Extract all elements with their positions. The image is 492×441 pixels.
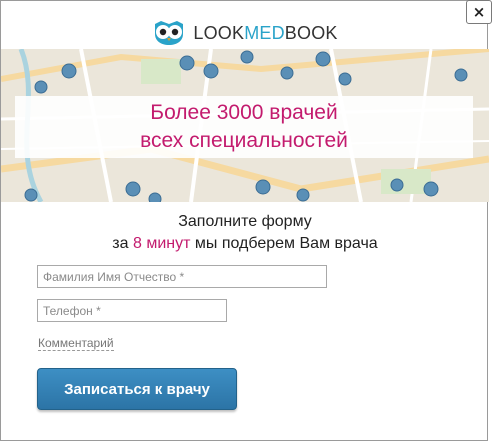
banner-line-2: всех специальностей	[140, 129, 348, 152]
logo-text: LOOKMEDBOOK	[193, 22, 338, 43]
booking-popup: LOOKMEDBOOK Более 3000 врачей всех специ…	[0, 0, 489, 441]
owl-icon	[155, 21, 184, 45]
close-button[interactable]: ×	[466, 0, 492, 24]
phone-input[interactable]	[37, 299, 227, 322]
subtitle-line-1: Заполните форму	[178, 213, 312, 230]
logo: LOOKMEDBOOK	[1, 16, 489, 50]
subtitle-line-2: за 8 минут мы подберем Вам врача	[112, 235, 378, 252]
comment-link[interactable]: Комментарий	[38, 336, 114, 351]
full-name-input[interactable]	[37, 265, 327, 288]
form-subtitle: Заполните форму за 8 минут мы подберем В…	[1, 211, 489, 255]
banner-line-1: Более 3000 врачей	[150, 101, 338, 124]
map-background: Более 3000 врачей всех специальностей	[1, 49, 489, 202]
submit-button[interactable]: Записаться к врачу	[37, 368, 237, 410]
close-icon: ×	[472, 3, 486, 21]
time-highlight: 8 минут	[132, 235, 191, 252]
promo-banner: Более 3000 врачей всех специальностей	[15, 96, 473, 158]
